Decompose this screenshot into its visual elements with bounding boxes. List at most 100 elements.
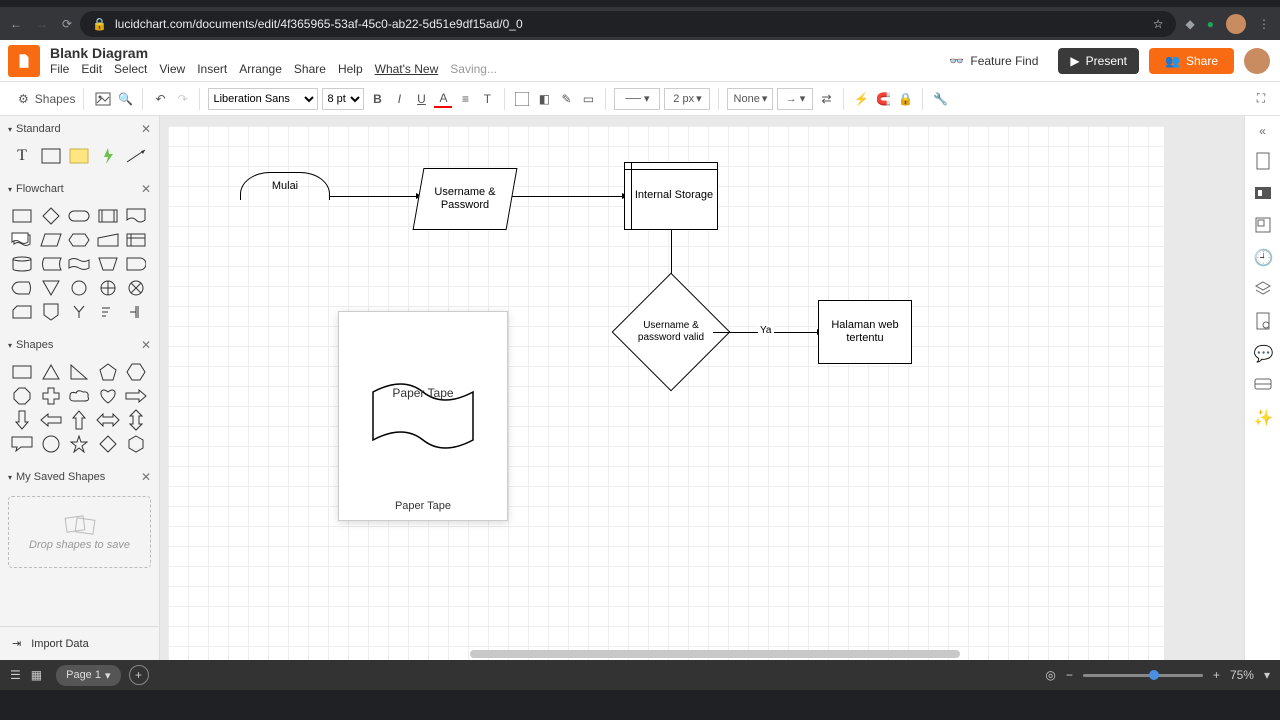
fill-icon[interactable] [513,90,531,108]
sh-arrow-down[interactable] [10,410,34,430]
menu-whats-new[interactable]: What's New [375,62,439,76]
sh-arrow-right[interactable] [124,386,148,406]
nav-reload-icon[interactable]: ⟳ [62,17,72,31]
sh-triangle[interactable] [39,362,63,382]
line-start-select[interactable]: None ▾ [727,88,773,110]
nav-back-icon[interactable]: ← [10,17,22,31]
font-family-select[interactable]: Liberation Sans [208,88,318,110]
add-page-button[interactable]: + [129,665,149,685]
close-icon[interactable]: ✕ [141,122,151,136]
standard-section-header[interactable]: ▾Standard ✕ [0,116,159,142]
swap-icon[interactable]: ⇄ [817,90,835,108]
ext-icon-2[interactable]: ● [1207,17,1214,31]
sh-star[interactable] [67,434,91,454]
theme-icon[interactable] [1254,184,1272,202]
edge[interactable] [330,196,416,197]
text-tool[interactable]: T [10,146,34,166]
zoom-slider[interactable] [1083,674,1203,677]
fc-data[interactable] [39,230,63,250]
find-doc-icon[interactable] [1254,312,1272,330]
shape-terminator[interactable]: Mulai [240,172,330,200]
fc-predefined[interactable] [96,206,120,226]
sh-rect[interactable] [10,362,34,382]
shapes-button[interactable]: ⚙ Shapes [10,88,84,110]
redo-icon[interactable]: ↷ [173,90,191,108]
fc-annotation[interactable] [124,302,148,322]
zoom-value[interactable]: 75% [1230,668,1254,682]
undo-icon[interactable]: ↶ [151,90,169,108]
saved-shapes-drop[interactable]: Drop shapes to save [8,496,151,568]
search-icon[interactable]: 🔍 [116,90,134,108]
page-properties-icon[interactable] [1254,152,1272,170]
fc-stored-data[interactable] [39,254,63,274]
menu-share[interactable]: Share [294,62,326,76]
wrench-icon[interactable]: 🔧 [931,90,949,108]
line-end-select[interactable]: → ▾ [777,88,813,110]
fc-document[interactable] [124,206,148,226]
hotspot-tool[interactable] [96,146,120,166]
canvas-area[interactable]: Mulai Username & Password Internal Stora… [160,116,1244,660]
sh-callout[interactable] [10,434,34,454]
nav-forward-icon[interactable]: → [36,17,48,31]
slide-icon[interactable] [1254,376,1272,394]
align-icon[interactable]: ≡ [456,90,474,108]
shape-style-icon[interactable]: ▭ [579,90,597,108]
text-color-icon[interactable]: A [434,90,452,108]
fc-database[interactable] [10,254,34,274]
fc-decision[interactable] [39,206,63,226]
layers-icon[interactable] [1254,280,1272,298]
lock-icon[interactable]: 🔒 [896,90,914,108]
bucket-icon[interactable]: ◧ [535,90,553,108]
page-tab[interactable]: Page 1▾ [56,665,120,686]
line-style-select[interactable]: ── ▾ [614,88,660,110]
shape-internal-storage[interactable]: Internal Storage [624,162,718,230]
navigator-icon[interactable] [1254,216,1272,234]
kebab-menu-icon[interactable]: ⋮ [1258,17,1270,31]
sh-cross[interactable] [39,386,63,406]
magnet-icon[interactable]: 🧲 [874,90,892,108]
import-data-button[interactable]: ⇥ Import Data [0,626,159,660]
grid-view-icon[interactable]: ▦ [31,668,42,682]
bold-icon[interactable]: B [368,90,386,108]
fc-paper-tape[interactable] [67,254,91,274]
line-width-select[interactable]: 2 px ▾ [664,88,710,110]
zoom-out-icon[interactable]: − [1066,668,1073,682]
sh-heart[interactable] [96,386,120,406]
menu-arrange[interactable]: Arrange [239,62,282,76]
edge-label-yes[interactable]: Ya [758,325,774,336]
close-icon[interactable]: ✕ [141,470,151,484]
sh-pentagon[interactable] [96,362,120,382]
close-icon[interactable]: ✕ [141,338,151,352]
bolt-icon[interactable]: ⚡ [852,90,870,108]
fc-manual-op[interactable] [96,254,120,274]
share-button[interactable]: 👥 Share [1149,48,1234,74]
fc-internal-storage[interactable] [124,230,148,250]
ext-icon-1[interactable]: ◆ [1186,17,1195,31]
sh-diamond[interactable] [96,434,120,454]
fc-delay[interactable] [124,254,148,274]
fc-collate[interactable] [67,302,91,322]
fc-merge[interactable] [39,278,63,298]
fc-card[interactable] [10,302,34,322]
menu-help[interactable]: Help [338,62,363,76]
sh-hexagon[interactable] [124,362,148,382]
fc-offpage[interactable] [39,302,63,322]
canvas-page[interactable]: Mulai Username & Password Internal Stora… [168,126,1164,660]
sh-circle[interactable] [39,434,63,454]
line-color-icon[interactable]: ✎ [557,90,575,108]
shapes-section-header[interactable]: ▾Shapes ✕ [0,332,159,358]
outline-view-icon[interactable]: ☰ [10,668,21,682]
fc-input[interactable] [96,230,120,250]
zoom-in-icon[interactable]: + [1213,668,1220,682]
feature-find-button[interactable]: 👓 Feature Find [939,48,1048,74]
menu-view[interactable]: View [159,62,185,76]
collapse-dock-icon[interactable]: « [1259,124,1266,138]
star-icon[interactable]: ☆ [1153,17,1164,31]
shape-process[interactable]: Halaman web tertentu [818,300,912,364]
sh-cloud[interactable] [67,386,91,406]
fc-sort[interactable] [96,302,120,322]
zoom-dropdown-icon[interactable]: ▾ [1264,668,1270,682]
sh-arrow-up[interactable] [67,410,91,430]
menu-select[interactable]: Select [114,62,147,76]
sh-arrow-lr[interactable] [96,410,120,430]
